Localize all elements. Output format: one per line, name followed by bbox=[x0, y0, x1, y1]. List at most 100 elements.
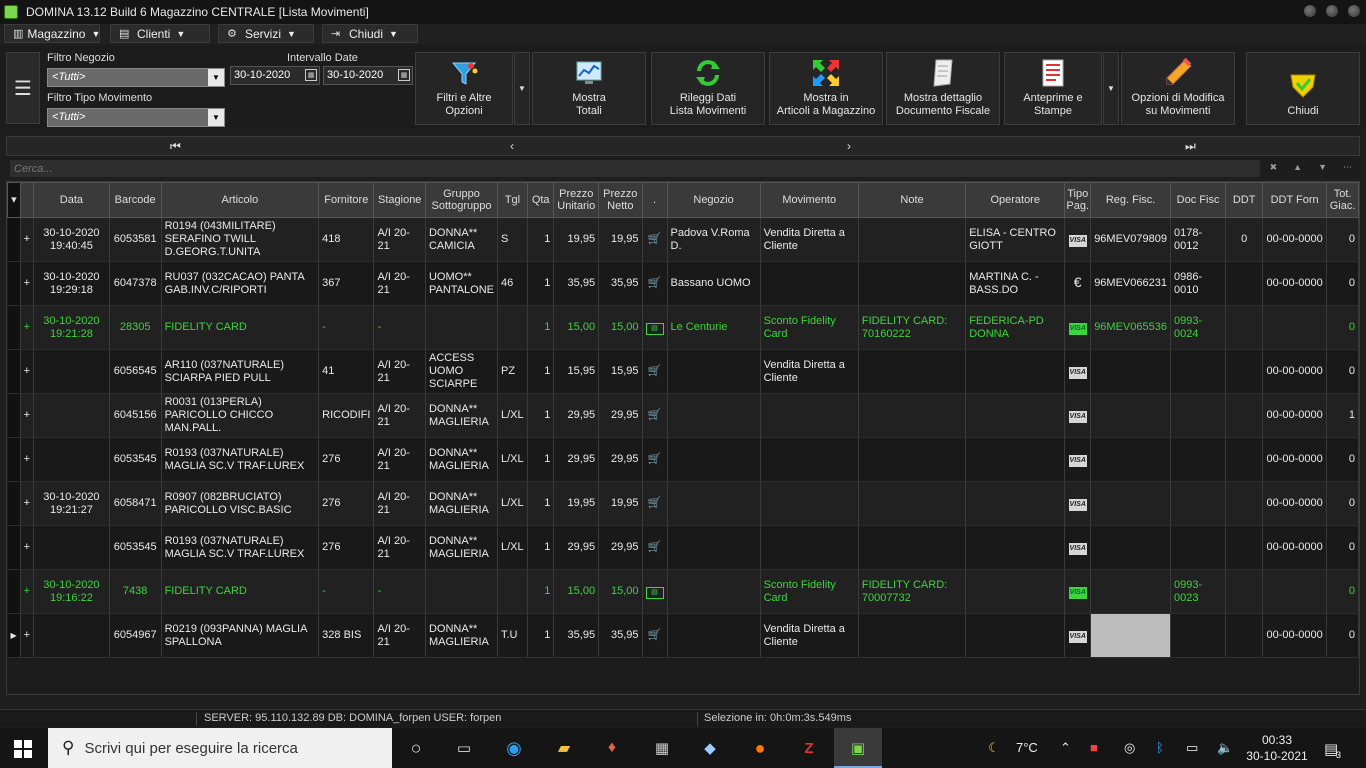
cell-giac[interactable]: 0 bbox=[1326, 613, 1359, 658]
cell-data[interactable]: 30-10-2020 19:16:22 bbox=[33, 569, 110, 614]
cell-pag[interactable]: VISA bbox=[1064, 349, 1092, 394]
row-indicator[interactable] bbox=[7, 393, 21, 438]
cell-icon[interactable]: 🛒 bbox=[642, 613, 668, 658]
cell-movimento[interactable]: Vendita Diretta a Cliente bbox=[760, 349, 859, 394]
cell-reg-fisc[interactable] bbox=[1090, 569, 1171, 614]
cell-data[interactable]: 30-10-2020 19:21:27 bbox=[33, 481, 110, 526]
filezilla-icon[interactable]: Z bbox=[797, 736, 821, 760]
next-record-button[interactable]: › bbox=[847, 139, 851, 153]
cell-prezzo-unitario[interactable]: 15,00 bbox=[553, 305, 600, 350]
cell-reg-fisc[interactable]: 96MEV066231 bbox=[1090, 261, 1171, 306]
cell-tgl[interactable] bbox=[497, 569, 528, 614]
cell-articolo[interactable]: FIDELITY CARD bbox=[161, 305, 320, 350]
cell-tgl[interactable]: 46 bbox=[497, 261, 528, 306]
column-header-0[interactable]: Data bbox=[33, 182, 110, 218]
cell-prezzo-netto[interactable]: 15,95 bbox=[598, 349, 643, 394]
cell-ddt[interactable] bbox=[1225, 569, 1264, 614]
cell-ddt[interactable] bbox=[1225, 261, 1264, 306]
file-explorer-icon[interactable]: ▰ bbox=[552, 736, 576, 760]
cell-movimento[interactable] bbox=[760, 393, 859, 438]
cell-note[interactable] bbox=[858, 525, 967, 570]
cell-note[interactable] bbox=[858, 613, 967, 658]
menu-servizi[interactable]: ⚙ Servizi ▼ bbox=[218, 24, 314, 43]
cell-ddt-forn[interactable]: 00-00-0000 bbox=[1262, 437, 1328, 482]
cell-qta[interactable]: 1 bbox=[527, 525, 555, 570]
cell-barcode[interactable]: 6053545 bbox=[109, 525, 162, 570]
cell-data[interactable]: 30-10-2020 19:40:45 bbox=[33, 217, 110, 262]
cell-tgl[interactable]: PZ bbox=[497, 349, 528, 394]
cell-fornitore[interactable]: 418 bbox=[318, 217, 375, 262]
cell-reg-fisc[interactable] bbox=[1090, 437, 1171, 482]
cell-ddt[interactable] bbox=[1225, 525, 1264, 570]
search-input[interactable] bbox=[10, 160, 1260, 177]
calendar-icon[interactable]: ▦ bbox=[398, 69, 410, 81]
table-row[interactable]: +6053545 R0193 (037NATURALE) MAGLIA SC.V … bbox=[7, 525, 1359, 570]
search-options-icon[interactable]: ⋯ bbox=[1343, 162, 1352, 173]
expand-row-button[interactable]: + bbox=[20, 305, 35, 350]
cell-note[interactable] bbox=[858, 437, 967, 482]
column-header-3[interactable]: Fornitore bbox=[318, 182, 375, 218]
cell-operatore[interactable] bbox=[965, 525, 1066, 570]
cell-note[interactable]: FIDELITY CARD: 70160222 bbox=[858, 305, 967, 350]
cell-qta[interactable]: 1 bbox=[527, 437, 555, 482]
cell-qta[interactable]: 1 bbox=[527, 217, 555, 262]
cell-icon[interactable]: 🛒 bbox=[642, 261, 668, 306]
menu-chiudi[interactable]: ⇥ Chiudi ▼ bbox=[322, 24, 418, 43]
maximize-button[interactable] bbox=[1326, 5, 1338, 17]
cell-note[interactable] bbox=[858, 217, 967, 262]
edge-icon[interactable]: ◉ bbox=[502, 736, 526, 760]
preview-dropdown-button[interactable]: ▼ bbox=[1103, 52, 1119, 125]
date-from-input[interactable]: 30-10-2020 ▦ bbox=[230, 66, 320, 85]
cell-negozio[interactable] bbox=[667, 437, 761, 482]
cell-pag[interactable]: VISA bbox=[1064, 437, 1092, 482]
cell-icon[interactable]: ▤ bbox=[642, 305, 668, 350]
cell-giac[interactable]: 0 bbox=[1326, 437, 1359, 482]
column-header-16[interactable]: Reg. Fisc. bbox=[1090, 182, 1171, 218]
row-indicator[interactable] bbox=[7, 481, 21, 526]
cell-gruppo[interactable]: DONNA** MAGLIERIA bbox=[425, 613, 498, 658]
cell-giac[interactable]: 0 bbox=[1326, 569, 1359, 614]
cell-pag[interactable]: VISA bbox=[1064, 217, 1092, 262]
cell-stagione[interactable]: A/I 20-21 bbox=[373, 217, 426, 262]
cell-prezzo-netto[interactable]: 19,95 bbox=[598, 217, 643, 262]
cell-ddt[interactable] bbox=[1225, 437, 1264, 482]
system-clock[interactable]: 00:33 30-10-2021 bbox=[1244, 732, 1310, 764]
expand-row-button[interactable]: + bbox=[20, 437, 35, 482]
column-header-2[interactable]: Articolo bbox=[160, 182, 320, 218]
cell-barcode[interactable]: 6053545 bbox=[109, 437, 162, 482]
cell-movimento[interactable]: Vendita Diretta a Cliente bbox=[760, 613, 859, 658]
cell-articolo[interactable]: RU037 (032CACAO) PANTA GAB.INV.C/RIPORTI bbox=[161, 261, 320, 306]
cell-prezzo-netto[interactable]: 35,95 bbox=[598, 261, 643, 306]
cell-prezzo-netto[interactable]: 35,95 bbox=[598, 613, 643, 658]
cell-movimento[interactable] bbox=[760, 261, 859, 306]
menu-magazzino[interactable]: ▥ Magazzino ▼ bbox=[4, 24, 100, 43]
cell-negozio[interactable] bbox=[667, 569, 761, 614]
table-row[interactable]: +30-10-2020 19:40:45 6053581 R0194 (043MILI… bbox=[7, 217, 1359, 262]
cell-qta[interactable]: 1 bbox=[527, 393, 555, 438]
cell-reg-fisc[interactable] bbox=[1090, 525, 1171, 570]
cell-qta[interactable]: 1 bbox=[527, 613, 555, 658]
cell-negozio[interactable] bbox=[667, 525, 761, 570]
column-header-18[interactable]: DDT bbox=[1225, 182, 1264, 218]
cell-tgl[interactable]: T.U bbox=[497, 613, 528, 658]
expand-row-button[interactable]: + bbox=[20, 613, 35, 658]
domina-app-icon[interactable]: ▣ bbox=[846, 736, 870, 760]
cell-fornitore[interactable]: - bbox=[318, 569, 375, 614]
column-header-11[interactable]: Negozio bbox=[666, 182, 761, 218]
cell-gruppo[interactable]: DONNA** MAGLIERIA bbox=[425, 481, 498, 526]
column-header-4[interactable]: Stagione bbox=[373, 182, 426, 218]
cell-fornitore[interactable]: 328 BIS bbox=[318, 613, 375, 658]
cell-doc-fisc[interactable]: 0993-0023 bbox=[1170, 569, 1227, 614]
reload-data-button[interactable]: Rileggi Dati Lista Movimenti bbox=[651, 52, 765, 125]
cell-ddt[interactable] bbox=[1225, 613, 1264, 658]
cell-note[interactable] bbox=[858, 481, 967, 526]
cell-giac[interactable]: 0 bbox=[1326, 349, 1359, 394]
cell-data[interactable]: 30-10-2020 19:29:18 bbox=[33, 261, 110, 306]
volume-muted-icon[interactable]: 🔈 bbox=[1217, 740, 1233, 756]
cell-negozio[interactable]: Le Centurie bbox=[667, 305, 761, 350]
cell-ddt[interactable] bbox=[1225, 481, 1264, 526]
cell-doc-fisc[interactable]: 0993-0024 bbox=[1170, 305, 1227, 350]
fiscal-doc-detail-button[interactable]: Mostra dettaglio Documento Fiscale bbox=[886, 52, 1000, 125]
cell-tgl[interactable] bbox=[497, 305, 528, 350]
cell-prezzo-netto[interactable]: 29,95 bbox=[598, 437, 643, 482]
